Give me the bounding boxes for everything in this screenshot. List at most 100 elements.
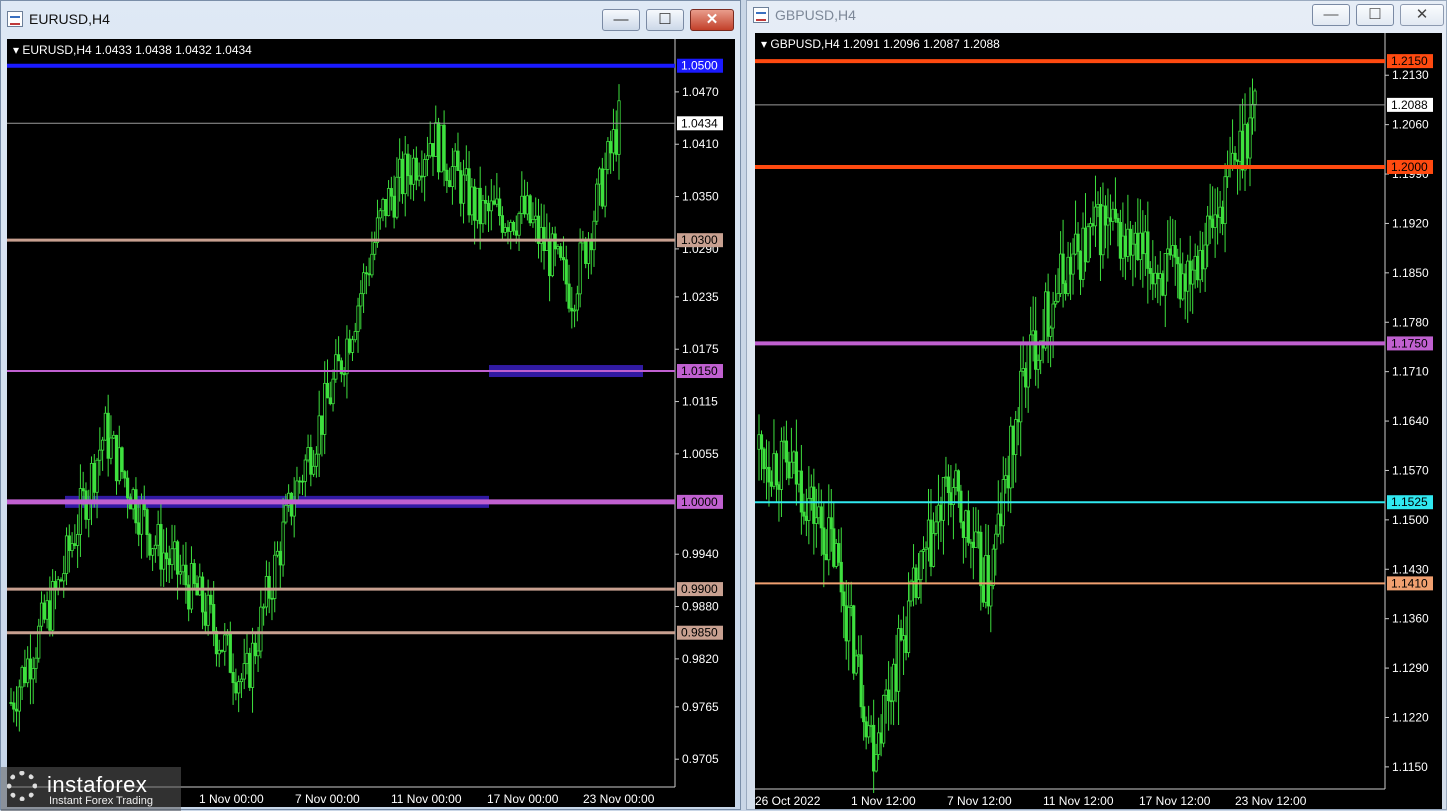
candle-body <box>572 309 577 312</box>
candle-body <box>314 453 318 467</box>
candle-body <box>1006 475 1010 489</box>
candle-body <box>934 521 938 534</box>
watermark-tagline: Instant Forex Trading <box>49 795 153 807</box>
candle-body <box>84 490 88 520</box>
candle-body <box>1044 291 1048 349</box>
candle-body <box>1183 273 1187 292</box>
candle-body <box>484 199 488 204</box>
candle-body <box>334 354 338 380</box>
maximize-button[interactable]: ☐ <box>646 9 684 31</box>
candle-body <box>398 158 402 178</box>
title-bar[interactable]: GBPUSD,H4 — ☐ ✕ <box>747 1 1446 37</box>
price-tick-label: 1.1570 <box>1392 463 1429 477</box>
candle-body <box>175 541 180 575</box>
candle-body <box>278 550 282 566</box>
candle-body <box>1024 368 1028 388</box>
candle-body <box>528 195 532 224</box>
candle-body <box>364 272 368 275</box>
eurusd-chart-window[interactable]: EURUSD,H4 — ☐ ✕ 1.0470 1.0410 1.0350 1.0290… <box>0 0 741 811</box>
close-button[interactable]: ✕ <box>690 9 734 31</box>
candle-body <box>92 463 96 493</box>
time-tick-label: 11 Nov 12:00 <box>1043 794 1114 808</box>
candle-body <box>312 465 316 475</box>
instaforex-logo-icon <box>7 771 37 801</box>
candle-body <box>498 198 502 217</box>
candle-body <box>164 552 169 560</box>
candle-body <box>559 246 563 258</box>
time-tick-label: 7 Nov 12:00 <box>947 794 1012 808</box>
candle-body <box>1108 217 1113 222</box>
candle-body <box>520 195 524 214</box>
candle-body <box>325 382 330 399</box>
candle-body <box>1046 291 1050 337</box>
close-button[interactable]: ✕ <box>1400 4 1444 26</box>
candle-body <box>1158 273 1162 280</box>
candle-body <box>547 238 552 277</box>
eurusd-chart-svg[interactable]: 1.04701.04101.03501.02901.02351.01751.01… <box>7 39 735 807</box>
candle-body <box>356 305 360 332</box>
candle-body <box>777 484 781 490</box>
candle-body <box>592 220 596 251</box>
price-chart[interactable]: 1.2130 1.2060 1.1990 1.1920 1.1850 1.1780 1.17… <box>755 33 1442 809</box>
candle-body <box>259 606 263 652</box>
candle-body <box>359 293 363 307</box>
candle-body <box>984 555 988 603</box>
candle-body <box>584 239 588 264</box>
candle-body <box>1026 343 1030 388</box>
candle-body <box>459 170 463 204</box>
candle-body <box>884 689 888 696</box>
title-bar[interactable]: EURUSD,H4 — ☐ ✕ <box>1 1 740 37</box>
candle-body <box>1178 263 1182 300</box>
candle-body <box>936 504 941 523</box>
candle-body <box>609 141 613 154</box>
candle-body <box>20 666 24 688</box>
candle-body <box>103 412 107 441</box>
candle-body <box>1223 176 1227 225</box>
candle-body <box>212 604 216 632</box>
candle-body <box>120 447 124 472</box>
candle-body <box>1078 251 1083 280</box>
candle-body <box>834 543 838 567</box>
candle-body <box>921 549 926 552</box>
candle-body <box>1106 217 1110 226</box>
gbpusd-chart-window[interactable]: GBPUSD,H4 — ☐ ✕ 1.2130 1.2060 1.1990 1.1920… <box>746 0 1447 810</box>
candle-body <box>854 655 858 674</box>
candle-body <box>81 488 85 492</box>
candle-body <box>567 283 571 309</box>
candle-body <box>964 510 968 538</box>
candle-body <box>395 176 399 218</box>
candle-body <box>350 339 355 353</box>
candle-body <box>789 461 794 479</box>
price-chart[interactable]: 1.0470 1.0410 1.0350 1.0290 1.0235 1.0175 1.01… <box>7 39 735 807</box>
candle-body <box>556 246 560 250</box>
gbpusd-chart-svg[interactable]: 1.21301.20601.19901.19201.18501.17801.17… <box>755 33 1442 809</box>
candle-body <box>73 543 77 546</box>
candle-body <box>323 382 327 435</box>
candle-body <box>1021 368 1025 372</box>
candle-body <box>959 490 963 523</box>
candle-body <box>403 153 407 195</box>
candle-body <box>896 628 901 692</box>
candle-body <box>281 521 285 566</box>
candle-body <box>370 253 374 276</box>
candle-body <box>245 652 249 665</box>
candle-body <box>292 502 296 517</box>
candle-body <box>1116 218 1120 223</box>
candle-body <box>131 489 135 510</box>
candle-body <box>431 143 435 157</box>
candle-body <box>794 451 798 485</box>
price-label: 1.2088 <box>1391 98 1428 112</box>
price-tick-label: 1.1780 <box>1392 315 1429 329</box>
candle-body <box>417 175 421 181</box>
candle-body <box>1208 215 1212 220</box>
minimize-button[interactable]: — <box>1312 4 1350 26</box>
candle-body <box>509 221 513 232</box>
candle-body <box>534 215 538 220</box>
candle-body <box>45 600 49 620</box>
candle-body <box>481 199 485 225</box>
candle-body <box>117 447 121 482</box>
minimize-button[interactable]: — <box>602 9 640 31</box>
candle-body <box>874 754 878 772</box>
candle-body <box>1056 293 1060 302</box>
maximize-button[interactable]: ☐ <box>1356 4 1394 26</box>
